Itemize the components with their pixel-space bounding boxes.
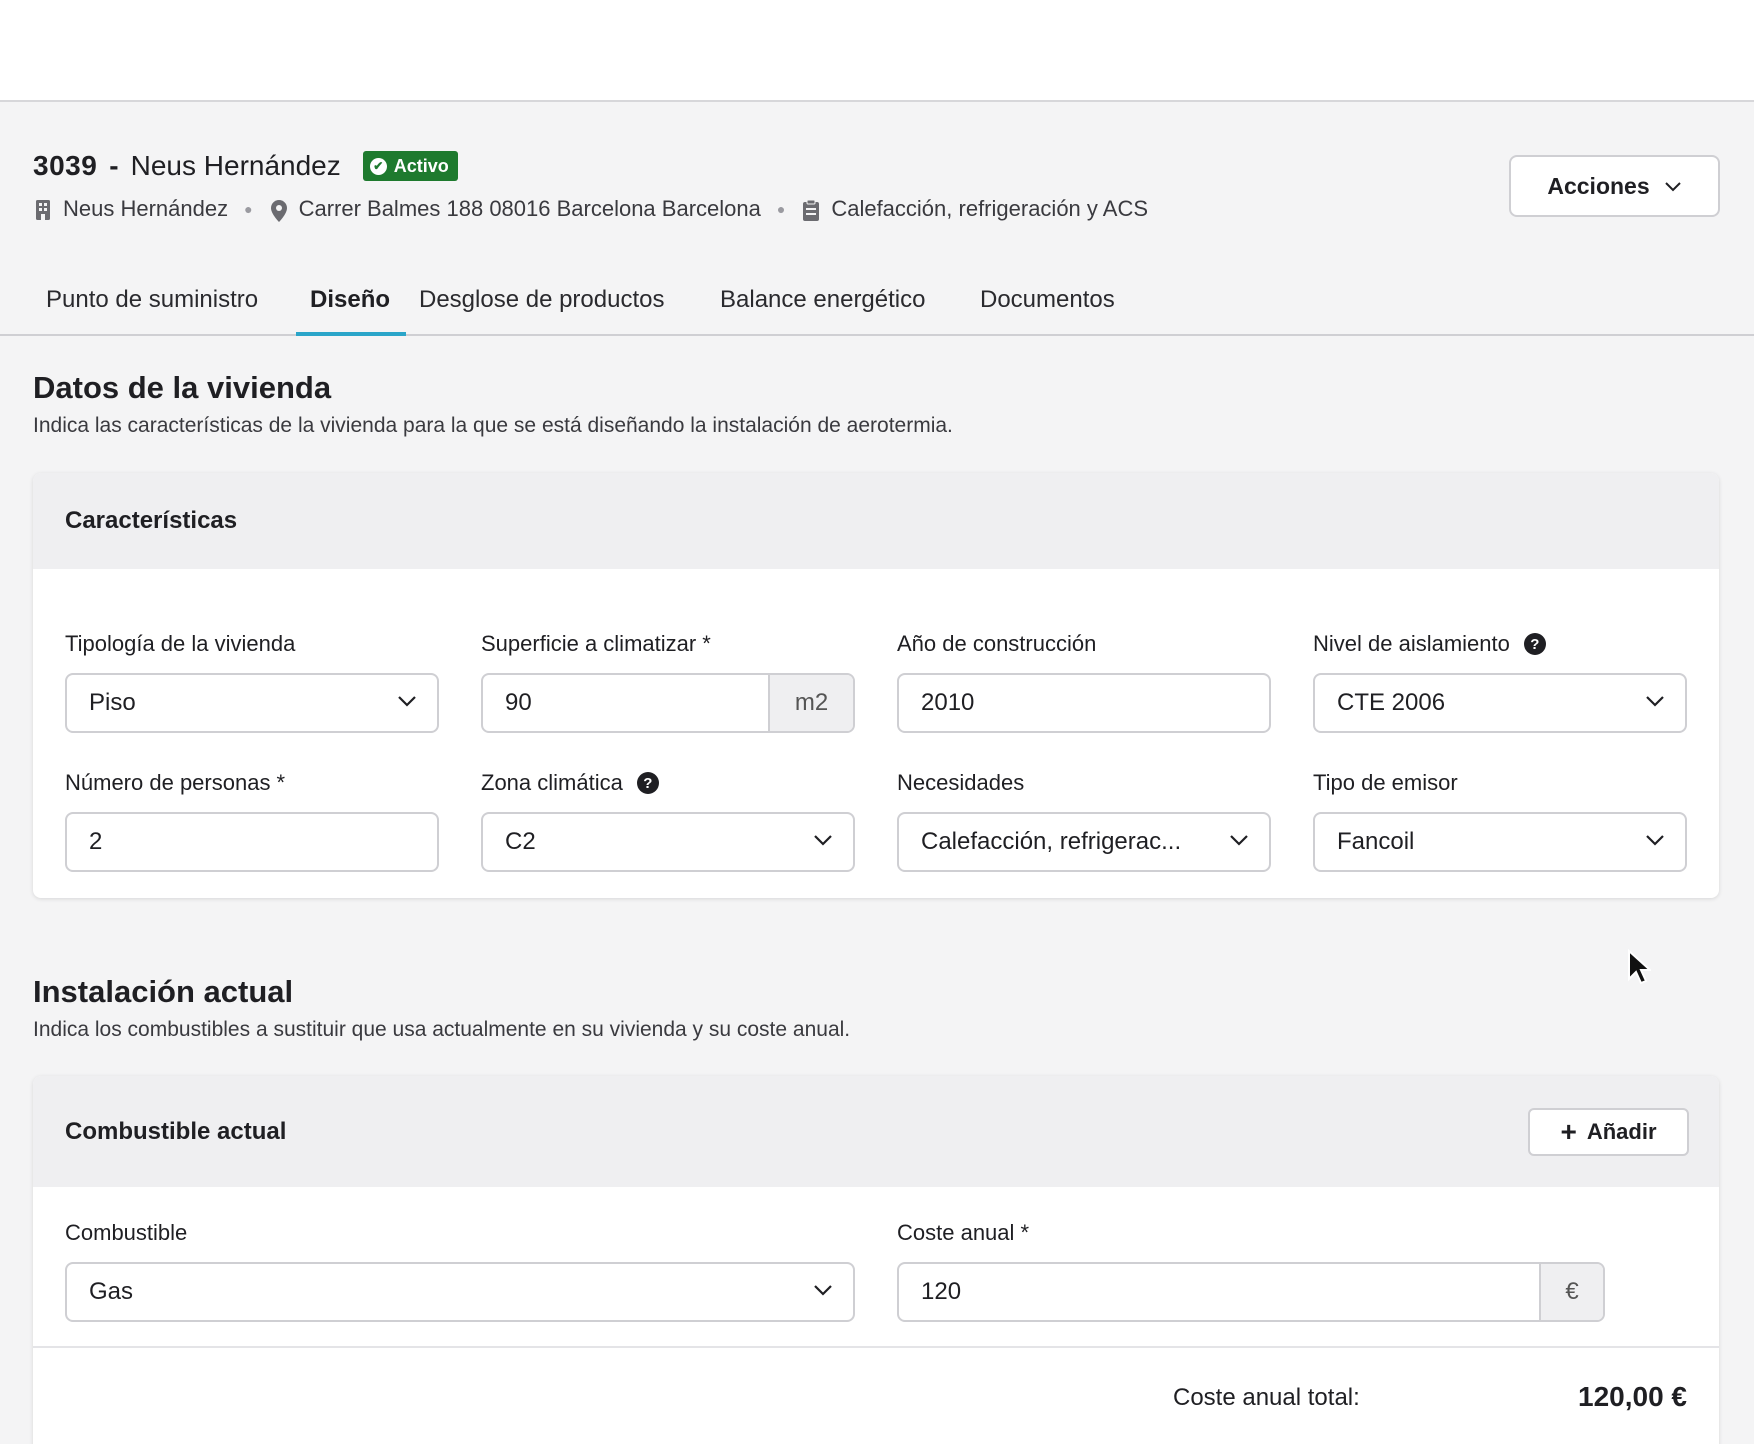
card-header: Combustible actual + Añadir [33, 1076, 1719, 1187]
field-label: Coste anual * [897, 1220, 1030, 1245]
card-title: Combustible actual [65, 1117, 287, 1145]
field-label: Zona climática [481, 770, 623, 795]
active-tab-indicator [296, 332, 406, 336]
select-value: Gas [89, 1278, 134, 1305]
input-value: 2010 [921, 689, 975, 716]
meta-dot: ● [244, 201, 253, 217]
section-title-vivienda: Datos de la vivienda [33, 370, 332, 405]
mouse-cursor-icon [1627, 948, 1653, 990]
chevron-down-icon [1229, 833, 1249, 846]
total-label: Coste anual total: [1173, 1384, 1360, 1411]
status-badge: ✔ Activo [362, 151, 458, 181]
tab-desglose-productos[interactable]: Desglose de productos [419, 286, 664, 314]
field-aislamiento: Nivel de aislamiento ? CTE 2006 [1313, 629, 1687, 733]
title-separator: - [109, 150, 119, 181]
section-title-instalacion: Instalación actual [33, 974, 294, 1009]
tab-punto-suministro[interactable]: Punto de suministro [46, 286, 258, 314]
tab-diseno[interactable]: Diseño [310, 286, 390, 314]
field-zona: Zona climática ? C2 [481, 768, 855, 872]
field-label: Año de construcción [897, 631, 1097, 656]
page-title: 3039 - Neus Hernández ✔ Activo [33, 148, 1148, 184]
help-icon[interactable]: ? [636, 772, 659, 794]
add-label: Añadir [1586, 1119, 1657, 1144]
input-value: 2 [89, 828, 103, 855]
chevron-down-icon [813, 1283, 833, 1296]
zona-select[interactable]: C2 [481, 812, 855, 872]
service-text: Calefacción, refrigeración y ACS [831, 196, 1149, 221]
select-value: Calefacción, refrigerac... [921, 828, 1182, 855]
address-text: Carrer Balmes 188 08016 Barcelona Barcel… [298, 196, 761, 221]
input-value: 90 [505, 689, 532, 716]
input-value: 120 [921, 1278, 962, 1305]
field-label-row: Nivel de aislamiento ? [1313, 629, 1687, 659]
field-label: Superficie a climatizar * [481, 631, 711, 656]
field-label: Nivel de aislamiento [1313, 631, 1510, 656]
field-personas: Número de personas * 2 [65, 768, 439, 872]
clipboard-icon [801, 199, 821, 221]
field-label: Necesidades [897, 770, 1025, 795]
location-pin-icon [269, 199, 289, 222]
tipologia-select[interactable]: Piso [65, 673, 439, 733]
personas-input[interactable]: 2 [65, 812, 439, 872]
client-name: Neus Hernández [63, 196, 229, 221]
aislamiento-select[interactable]: CTE 2006 [1313, 673, 1687, 733]
field-label: Tipología de la vivienda [65, 631, 296, 656]
select-value: Fancoil [1337, 828, 1415, 855]
field-necesidades: Necesidades Calefacción, refrigerac... [897, 768, 1271, 872]
field-tipologia: Tipología de la vivienda Piso [65, 629, 439, 733]
tab-documentos[interactable]: Documentos [980, 286, 1115, 314]
unit-addon: m2 [768, 675, 853, 731]
field-label: Tipo de emisor [1313, 770, 1458, 795]
field-emisor: Tipo de emisor Fancoil [1313, 768, 1687, 872]
combustible-select[interactable]: Gas [65, 1262, 855, 1322]
total-row: Coste anual total: 120,00 € [33, 1346, 1719, 1442]
fuel-card: Combustible actual + Añadir Combustible … [33, 1076, 1719, 1444]
building-icon [33, 199, 53, 220]
chevron-down-icon [1645, 694, 1665, 707]
necesidades-select[interactable]: Calefacción, refrigerac... [897, 812, 1271, 872]
total-value: 120,00 € [1578, 1381, 1687, 1412]
chevron-down-icon [1645, 833, 1665, 846]
characteristics-card: Características Tipología de la vivienda… [33, 473, 1719, 898]
card-title: Características [33, 473, 1719, 569]
meta-dot: ● [776, 201, 786, 217]
top-bar [0, 0, 1754, 102]
field-label: Número de personas * [65, 770, 286, 795]
anio-input[interactable]: 2010 [897, 673, 1271, 733]
field-coste: Coste anual * 120 € [897, 1218, 1605, 1322]
coste-input[interactable]: 120 € [897, 1262, 1605, 1322]
record-id: 3039 [33, 150, 98, 181]
section-desc-instalacion: Indica los combustibles a sustituir que … [33, 1018, 851, 1041]
chevron-down-icon [813, 833, 833, 846]
superficie-input[interactable]: 90 m2 [481, 673, 855, 733]
add-fuel-button[interactable]: + Añadir [1528, 1108, 1689, 1156]
emisor-select[interactable]: Fancoil [1313, 812, 1687, 872]
chevron-down-icon [397, 694, 417, 707]
section-desc-vivienda: Indica las características de la viviend… [33, 414, 953, 437]
currency-addon: € [1539, 1264, 1603, 1320]
plus-icon: + [1560, 1116, 1577, 1147]
header-meta: Neus Hernández ● Carrer Balmes 188 08016… [33, 194, 1148, 224]
record-name: Neus Hernández [130, 150, 341, 181]
tab-balance-energetico[interactable]: Balance energético [720, 286, 925, 314]
field-anio: Año de construcción 2010 [897, 629, 1271, 733]
select-value: CTE 2006 [1337, 689, 1446, 716]
actions-button[interactable]: Acciones [1509, 155, 1720, 217]
tab-bar: Punto de suministro Diseño Desglose de p… [0, 280, 1754, 336]
help-icon[interactable]: ? [1523, 633, 1546, 655]
page-header: 3039 - Neus Hernández ✔ Activo Neus Hern… [33, 148, 1148, 224]
field-superficie: Superficie a climatizar * 90 m2 [481, 629, 855, 733]
actions-label: Acciones [1547, 172, 1650, 199]
check-circle-icon: ✔ [369, 157, 387, 175]
status-label: Activo [393, 155, 449, 176]
field-combustible: Combustible Gas [65, 1218, 855, 1322]
field-label-row: Zona climática ? [481, 768, 855, 798]
select-value: Piso [89, 689, 136, 716]
chevron-down-icon [1664, 180, 1682, 192]
select-value: C2 [505, 828, 536, 855]
field-label: Combustible [65, 1220, 188, 1245]
